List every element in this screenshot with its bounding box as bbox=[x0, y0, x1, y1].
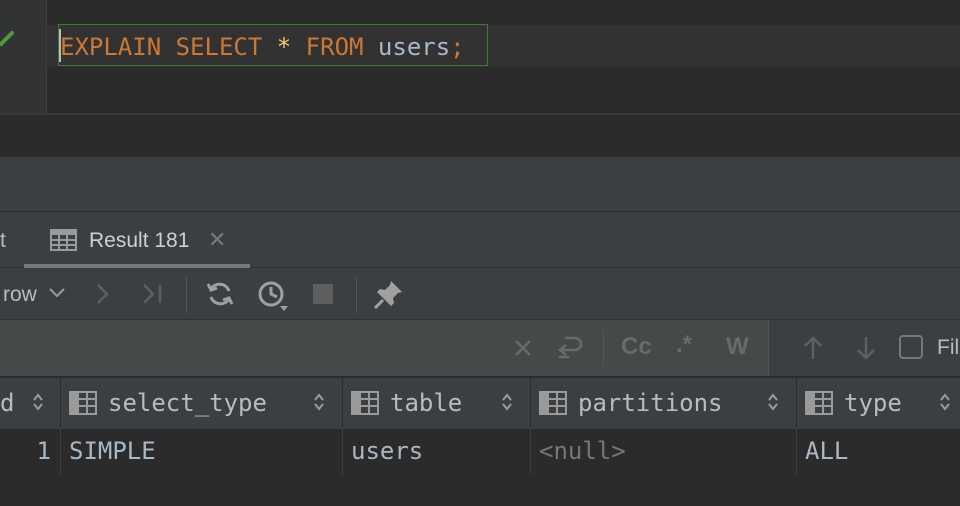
keyword-explain: EXPLAIN bbox=[60, 33, 162, 61]
close-icon[interactable]: ✕ bbox=[208, 227, 226, 253]
filter-checkbox[interactable] bbox=[899, 335, 923, 359]
services-header bbox=[0, 157, 960, 212]
column-label: partitions bbox=[578, 389, 723, 417]
newline-icon[interactable] bbox=[555, 335, 583, 361]
identifier-users: users bbox=[377, 33, 451, 61]
sort-icon[interactable] bbox=[501, 391, 513, 413]
cell-type[interactable]: ALL bbox=[797, 429, 960, 474]
regex-toggle[interactable]: .* bbox=[676, 331, 692, 359]
filter-label: Fil bbox=[937, 336, 960, 359]
keyword-from: FROM bbox=[305, 33, 364, 61]
toolbar-separator bbox=[186, 277, 187, 313]
arrow-up-icon[interactable] bbox=[802, 335, 824, 361]
tab-result-label: Result 181 bbox=[89, 229, 190, 252]
cell-table[interactable]: users bbox=[343, 429, 531, 474]
search-input[interactable] bbox=[0, 320, 769, 376]
reload-icon[interactable] bbox=[205, 279, 235, 309]
column-header-select-type[interactable]: select_type bbox=[61, 377, 343, 428]
semicolon: ; bbox=[450, 33, 465, 61]
toolbar-separator bbox=[356, 277, 357, 313]
pin-icon[interactable] bbox=[373, 278, 405, 310]
last-page-icon[interactable] bbox=[140, 282, 166, 306]
clear-search-icon[interactable] bbox=[513, 338, 533, 358]
column-icon bbox=[69, 391, 97, 415]
arrow-down-icon[interactable] bbox=[855, 335, 877, 361]
stop-icon[interactable] bbox=[313, 284, 333, 304]
column-label: table bbox=[390, 389, 463, 417]
row-count-selector[interactable]: row bbox=[3, 283, 37, 307]
column-header-partitions[interactable]: partitions bbox=[531, 377, 797, 428]
next-page-icon[interactable] bbox=[92, 282, 112, 306]
empty-panel bbox=[0, 115, 960, 157]
check-icon bbox=[0, 31, 14, 46]
keyword-select: SELECT bbox=[175, 33, 263, 61]
sort-icon[interactable] bbox=[939, 391, 951, 413]
cell-select-type[interactable]: SIMPLE bbox=[61, 429, 343, 474]
match-case-toggle[interactable]: Cc bbox=[621, 333, 652, 361]
words-toggle[interactable]: W bbox=[726, 333, 749, 361]
search-separator bbox=[603, 329, 604, 367]
cell-id[interactable]: 1 bbox=[0, 429, 61, 474]
table-icon bbox=[50, 229, 77, 251]
column-label: select_type bbox=[108, 389, 267, 417]
sql-code-line[interactable]: EXPLAIN SELECT * FROM users; bbox=[60, 31, 465, 63]
grid-empty-area bbox=[0, 474, 960, 506]
column-icon bbox=[351, 391, 379, 415]
chevron-down-icon[interactable] bbox=[48, 287, 66, 299]
column-label: d bbox=[0, 389, 15, 417]
operator-star: * bbox=[276, 33, 292, 61]
column-label: type bbox=[844, 389, 902, 417]
cell-partitions[interactable]: <null> bbox=[531, 429, 797, 474]
sort-icon[interactable] bbox=[32, 391, 44, 413]
editor-gutter bbox=[0, 0, 47, 113]
text-caret bbox=[59, 29, 61, 62]
column-header-id[interactable]: d bbox=[0, 377, 61, 428]
sort-icon[interactable] bbox=[313, 391, 325, 413]
column-header-type[interactable]: type bbox=[797, 377, 960, 428]
column-header-table[interactable]: table bbox=[343, 377, 531, 428]
sort-icon[interactable] bbox=[767, 391, 779, 413]
column-icon bbox=[539, 391, 567, 415]
column-icon bbox=[805, 391, 833, 415]
tab-previous[interactable]: t bbox=[0, 229, 6, 253]
history-icon[interactable] bbox=[256, 279, 292, 313]
